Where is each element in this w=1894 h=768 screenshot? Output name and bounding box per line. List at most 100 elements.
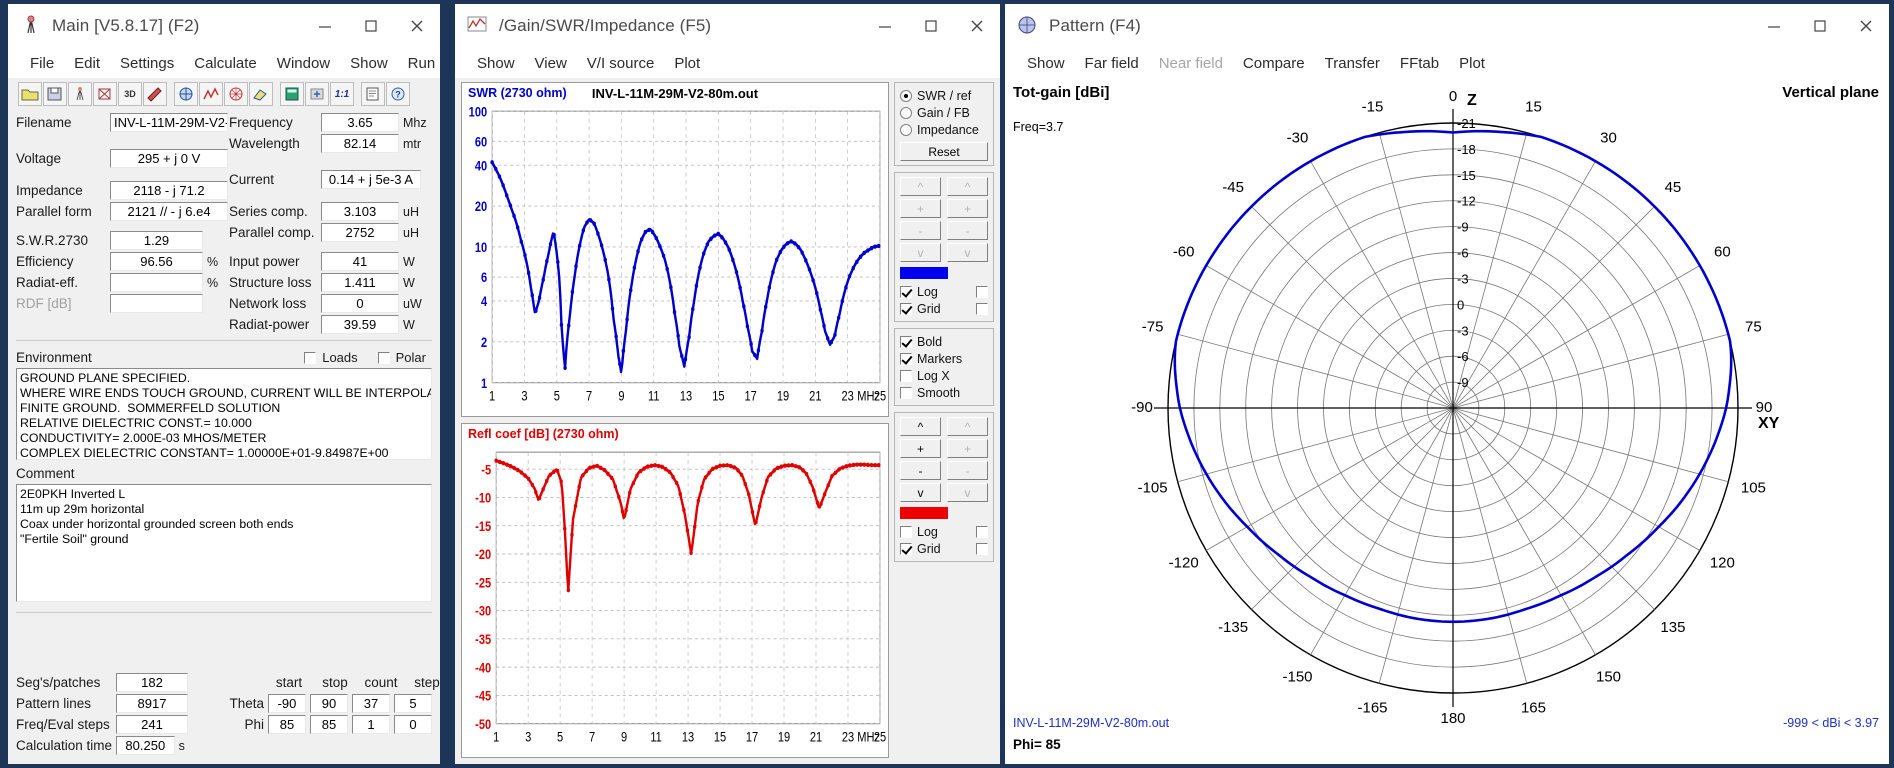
impedance-radio[interactable] <box>900 123 912 136</box>
bottom-right-minus-button[interactable]: - <box>947 461 988 480</box>
maximize-button[interactable] <box>1797 4 1843 48</box>
open-icon[interactable] <box>18 82 42 106</box>
voltage-input[interactable]: 295 + j 0 V <box>110 149 228 168</box>
bold-checkbox[interactable] <box>900 335 912 348</box>
bottom-log-row[interactable]: Log <box>900 523 988 540</box>
maximize-button[interactable] <box>908 4 954 48</box>
menu-show[interactable]: Show <box>467 53 525 74</box>
swr-plot[interactable]: SWR (2730 ohm) INV-L-11M-29M-V2-80m.out … <box>461 82 889 417</box>
logx-checkbox[interactable] <box>900 369 912 382</box>
markers-row[interactable]: Markers <box>900 350 988 367</box>
bold-row[interactable]: Bold <box>900 333 988 350</box>
structure-loss-input[interactable]: 1.411 <box>321 273 399 292</box>
menu-show[interactable]: Show <box>340 53 398 74</box>
minimize-button[interactable] <box>1751 4 1797 48</box>
menu-compare[interactable]: Compare <box>1233 53 1315 74</box>
menu-plot[interactable]: Plot <box>1449 53 1495 74</box>
top-log-row[interactable]: Log <box>900 283 988 300</box>
refl-plot[interactable]: Refl coef [dB] (2730 ohm) 1 3 5 7 9 11 13 15 17 1… <box>461 423 889 758</box>
phi-stop-input[interactable]: 85 <box>310 715 348 734</box>
filename-input[interactable]: INV-L-11M-29M-V2-8 <box>110 113 228 132</box>
segs-input[interactable]: 182 <box>116 673 188 692</box>
phi-start-input[interactable]: 85 <box>268 715 306 734</box>
top-left-minus-button[interactable]: - <box>900 221 941 240</box>
bottom-left-up-button[interactable]: ^ <box>900 417 941 436</box>
menu-show[interactable]: Show <box>1017 53 1075 74</box>
markers-checkbox[interactable] <box>900 352 912 365</box>
calculator-icon[interactable] <box>280 82 304 106</box>
top-log-checkbox[interactable] <box>900 285 912 298</box>
logx-row[interactable]: Log X <box>900 367 988 384</box>
smooth-checkbox[interactable] <box>900 386 912 399</box>
phi-count-input[interactable]: 1 <box>352 715 390 734</box>
bottom-log-checkbox[interactable] <box>900 525 912 538</box>
bottom-right-up-button[interactable]: ^ <box>947 417 988 436</box>
pattern-icon[interactable] <box>174 82 198 106</box>
minimize-button[interactable] <box>302 4 348 48</box>
environment-textarea[interactable]: GROUND PLANE SPECIFIED. WHERE WIRE ENDS … <box>16 368 432 460</box>
rdf-input[interactable] <box>110 294 203 313</box>
top-right-plus-button[interactable]: + <box>947 199 988 218</box>
bottom-left-plus-button[interactable]: + <box>900 439 941 458</box>
mode-impedance-row[interactable]: Impedance <box>900 121 988 138</box>
radiat-power-input[interactable]: 39.59 <box>321 315 399 334</box>
network-loss-input[interactable]: 0 <box>321 294 399 313</box>
menu-calculate[interactable]: Calculate <box>184 53 267 74</box>
polar-icon[interactable] <box>224 82 248 106</box>
top-right-down-button[interactable]: v <box>947 243 988 262</box>
top-grid-row[interactable]: Grid <box>900 300 988 317</box>
top-curve-color-swatch[interactable] <box>900 267 948 279</box>
bottom-left-down-button[interactable]: v <box>900 483 941 502</box>
menu-fftab[interactable]: FFtab <box>1390 53 1449 74</box>
theta-start-input[interactable]: -90 <box>268 694 306 713</box>
bottom-log-right-checkbox[interactable] <box>976 525 988 538</box>
current-input[interactable]: 0.14 + j 5e-3 A <box>321 170 421 189</box>
help-icon[interactable]: ? <box>386 82 410 106</box>
theta-count-input[interactable]: 37 <box>352 694 390 713</box>
impedance-input[interactable]: 2118 - j 71.2 <box>110 181 228 200</box>
frequency-input[interactable]: 3.65 <box>321 113 399 132</box>
top-right-up-button[interactable]: ^ <box>947 177 988 196</box>
input-power-input[interactable]: 41 <box>321 252 399 271</box>
bottom-left-minus-button[interactable]: - <box>900 461 941 480</box>
menu-vi-source[interactable]: V/I source <box>577 53 665 74</box>
menu-window[interactable]: Window <box>267 53 340 74</box>
close-button[interactable] <box>1843 4 1889 48</box>
report-icon[interactable] <box>361 82 385 106</box>
antenna-icon[interactable] <box>68 82 92 106</box>
parallel-form-input[interactable]: 2121 // - j 6.e4 <box>110 202 228 221</box>
swr-input[interactable]: 1.29 <box>110 231 203 250</box>
menu-settings[interactable]: Settings <box>110 53 184 74</box>
comment-textarea[interactable]: 2E0PKH Inverted L 11m up 29m horizontal … <box>16 484 432 602</box>
3d-icon[interactable]: 3D <box>118 82 142 106</box>
parallel-comp-input[interactable]: 2752 <box>321 223 399 242</box>
bottom-grid-right-checkbox[interactable] <box>976 542 988 555</box>
ratio-icon[interactable]: 1:1 <box>330 82 354 106</box>
theta-stop-input[interactable]: 90 <box>310 694 348 713</box>
graph-icon[interactable] <box>199 82 223 106</box>
bottom-curve-color-swatch[interactable] <box>900 507 948 519</box>
top-log-right-checkbox[interactable] <box>976 285 988 298</box>
menu-run[interactable]: Run <box>398 53 446 74</box>
top-left-down-button[interactable]: v <box>900 243 941 262</box>
bottom-right-down-button[interactable]: v <box>947 483 988 502</box>
efficiency-input[interactable]: 96.56 <box>110 252 203 271</box>
close-button[interactable] <box>954 4 1000 48</box>
top-left-up-button[interactable]: ^ <box>900 177 941 196</box>
freq-eval-input[interactable]: 241 <box>116 715 188 734</box>
close-button[interactable] <box>394 4 440 48</box>
menu-far-field[interactable]: Far field <box>1075 53 1149 74</box>
menu-edit[interactable]: Edit <box>64 53 110 74</box>
mode-gain-row[interactable]: Gain / FB <box>900 104 988 121</box>
top-left-plus-button[interactable]: + <box>900 199 941 218</box>
minimize-button[interactable] <box>862 4 908 48</box>
menu-plot[interactable]: Plot <box>664 53 710 74</box>
reset-button[interactable]: Reset <box>900 142 988 161</box>
polar-checkbox[interactable] <box>377 351 390 364</box>
optimize-icon[interactable] <box>305 82 329 106</box>
bottom-right-plus-button[interactable]: + <box>947 439 988 458</box>
pattern-canvas-area[interactable]: Tot-gain [dBi] Vertical plane Freq=3.7 I… <box>1005 78 1889 764</box>
swr-radio[interactable] <box>900 89 912 102</box>
mode-swr-row[interactable]: SWR / ref <box>900 87 988 104</box>
bottom-grid-row[interactable]: Grid <box>900 540 988 557</box>
